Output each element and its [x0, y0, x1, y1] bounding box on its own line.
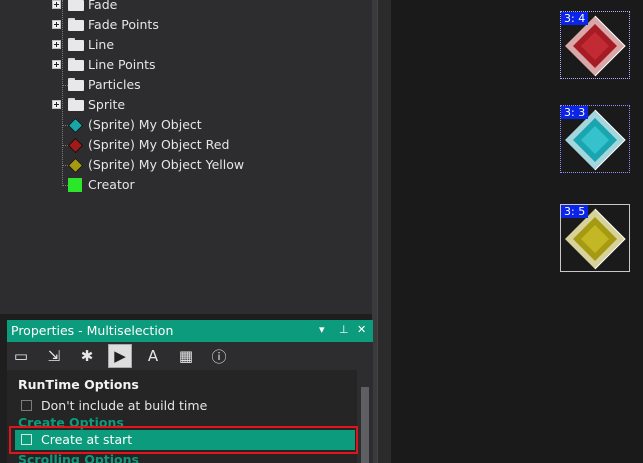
properties-tabs: ▭ ⇲ ✱ ▶ A ▦ ⓘ	[7, 342, 373, 370]
tab-movement-icon[interactable]: ✱	[75, 344, 99, 368]
object-layer-tag: 3: 3	[561, 106, 589, 119]
tab-display-icon[interactable]: ▭	[9, 344, 33, 368]
expand-icon[interactable]	[52, 0, 61, 9]
tree-item-label: (Sprite) My Object Yellow	[88, 157, 245, 172]
yellow-diamond-icon	[67, 157, 84, 174]
tree-item-my-object[interactable]: (Sprite) My Object	[0, 115, 372, 135]
section-runtime-options[interactable]: RunTime Options	[18, 377, 139, 392]
frame-object-yellow[interactable]: 3: 5	[560, 204, 630, 272]
pin-icon[interactable]: ⊥	[339, 323, 349, 336]
prop-dont-include-at-build-time[interactable]: Don't include at build time	[15, 396, 355, 416]
properties-panel: Properties - Multiselection ▾ ⊥ ✕ ▭ ⇲ ✱ …	[7, 320, 373, 463]
prop-label: Don't include at build time	[41, 398, 208, 413]
tree-item-label: Creator	[88, 177, 135, 192]
tree-item-fade-points[interactable]: Fade Points	[0, 15, 372, 35]
expand-icon[interactable]	[52, 40, 61, 49]
folder-icon	[68, 98, 84, 111]
red-diamond-icon	[67, 137, 84, 154]
tree-item-label: Particles	[88, 77, 141, 92]
close-icon[interactable]: ✕	[357, 323, 366, 336]
folder-icon	[68, 18, 84, 31]
frame-object-red[interactable]: 3: 4	[560, 11, 630, 79]
properties-title-bar: Properties - Multiselection ▾ ⊥ ✕	[7, 320, 373, 342]
tab-size-position-icon[interactable]: ⇲	[42, 344, 66, 368]
frame-editor[interactable]: 3: 4 3: 3 3: 5	[391, 0, 643, 463]
tree-item-line[interactable]: Line	[0, 35, 372, 55]
object-tree-panel: Fade Fade Points Line Line Points Partic…	[0, 0, 372, 314]
folder-icon	[68, 58, 84, 71]
tree-item-label: Fade	[88, 0, 118, 12]
tree-item-label: Sprite	[88, 97, 126, 112]
tree-item-label: Line Points	[88, 57, 156, 72]
teal-diamond-icon	[67, 117, 84, 134]
folder-icon	[68, 0, 84, 11]
properties-scrollbar[interactable]	[357, 370, 373, 463]
tree-item-line-points[interactable]: Line Points	[0, 55, 372, 75]
expand-icon[interactable]	[52, 100, 61, 109]
tree-item-fade[interactable]: Fade	[0, 0, 372, 15]
scrollbar-thumb[interactable]	[361, 387, 369, 463]
tree-item-label: Line	[88, 37, 115, 52]
frame-object-teal[interactable]: 3: 3	[560, 105, 630, 173]
expand-icon[interactable]	[52, 20, 61, 29]
object-layer-tag: 3: 5	[561, 205, 589, 218]
folder-icon	[68, 78, 84, 91]
object-layer-tag: 3: 4	[561, 12, 589, 25]
tree-item-label: (Sprite) My Object	[88, 117, 202, 132]
tree-item-my-object-yellow[interactable]: (Sprite) My Object Yellow	[0, 155, 372, 175]
tree-item-particles[interactable]: Particles	[0, 75, 372, 95]
tree-item-creator[interactable]: Creator	[0, 175, 372, 195]
dropdown-icon[interactable]: ▾	[319, 323, 325, 336]
expand-icon[interactable]	[52, 60, 61, 69]
properties-title: Properties - Multiselection	[11, 323, 174, 338]
dont-include-checkbox[interactable]	[21, 400, 32, 411]
tab-events-icon[interactable]: ▦	[174, 344, 198, 368]
tree-item-my-object-red[interactable]: (Sprite) My Object Red	[0, 135, 372, 155]
highlight-annotation	[9, 426, 358, 454]
tree-item-label: (Sprite) My Object Red	[88, 137, 230, 152]
tab-runtime-options-icon[interactable]: ▶	[108, 344, 132, 368]
tree-item-sprite[interactable]: Sprite	[0, 95, 372, 115]
tab-about-icon[interactable]: ⓘ	[207, 344, 231, 368]
folder-icon	[68, 38, 84, 51]
tree-item-label: Fade Points	[88, 17, 159, 32]
tab-values-icon[interactable]: A	[141, 344, 165, 368]
green-square-icon	[68, 178, 82, 192]
panel-splitter[interactable]	[377, 0, 391, 463]
